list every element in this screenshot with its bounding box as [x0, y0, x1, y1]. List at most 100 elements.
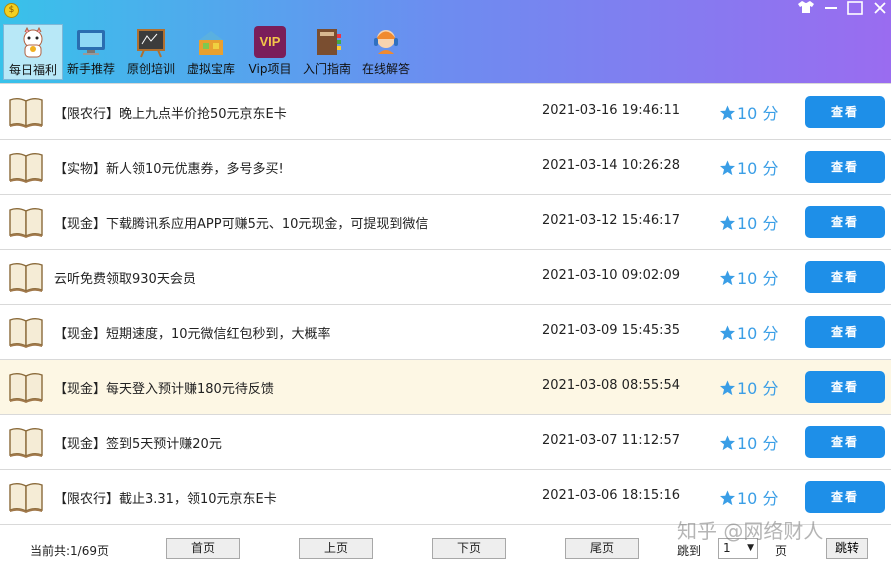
item-score: 10 分 [718, 485, 778, 509]
toolbar-item-label: Vip项目 [248, 62, 292, 76]
jump-button[interactable]: 跳转 [826, 538, 868, 559]
lucky-cat-icon [17, 26, 49, 59]
star-icon [720, 325, 735, 341]
list-item[interactable]: 【现金】签到5天预计赚20元 2021-03-07 11:12:57 10 分 查看 [0, 415, 891, 470]
page-info: 当前共:1/69页 [30, 544, 109, 558]
toolbar-item-label: 在线解答 [361, 62, 410, 76]
item-title[interactable]: 【现金】下载腾讯系应用APP可赚5元、10元现金，可提现到微信 [54, 213, 428, 232]
skin-icon[interactable] [797, 0, 815, 18]
score-value: 10 分 [737, 214, 779, 233]
star-icon [720, 380, 735, 396]
star-icon [720, 105, 735, 121]
page-unit-label: 页 [775, 544, 788, 558]
toolbar-item-daily-welfare[interactable]: 每日福利 [3, 24, 63, 80]
item-date: 2021-03-12 15:46:17 [542, 213, 681, 228]
view-button[interactable]: 查看 [805, 96, 885, 128]
star-icon [720, 490, 735, 506]
app-logo-icon: $ [4, 3, 19, 18]
item-date: 2021-03-14 10:26:28 [542, 158, 681, 173]
toolbar-item-label: 入门指南 [302, 62, 351, 76]
score-value: 10 分 [737, 269, 779, 288]
jump-label: 跳到 [677, 544, 702, 558]
item-title[interactable]: 【现金】每天登入预计赚180元待反馈 [54, 378, 274, 397]
list-item[interactable]: 【限农行】晚上九点半价抢50元京东E卡 2021-03-16 19:46:11 10… [0, 85, 891, 140]
score-value: 10 分 [737, 159, 779, 178]
star-icon [720, 435, 735, 451]
treasure-box-icon [195, 26, 227, 58]
toolbar-item-vip[interactable]: VIP Vip项目 [241, 24, 299, 78]
minimize-icon[interactable] [823, 0, 839, 18]
item-score: 10 分 [718, 210, 778, 234]
item-title[interactable]: 【限农行】晚上九点半价抢50元京东E卡 [54, 103, 287, 122]
item-date: 2021-03-10 09:02:09 [542, 268, 681, 283]
toolbar-item-label: 每日福利 [8, 63, 57, 77]
book-icon [8, 261, 44, 293]
book-icon [8, 481, 44, 513]
item-title[interactable]: 【限农行】截止3.31，领10元京东E卡 [54, 488, 277, 507]
list-item[interactable]: 【现金】每天登入预计赚180元待反馈 2021-03-08 08:55:54 10 … [0, 360, 891, 415]
toolbar-item-online-help[interactable]: 在线解答 [357, 24, 415, 78]
next-page-button[interactable]: 下页 [432, 538, 506, 559]
support-agent-icon [370, 26, 402, 58]
book-icon [8, 426, 44, 458]
list-item[interactable]: 【现金】下载腾讯系应用APP可赚5元、10元现金，可提现到微信 2021-03-1… [0, 195, 891, 250]
toolbar-item-training[interactable]: 原创培训 [122, 24, 180, 78]
prev-page-button[interactable]: 上页 [299, 538, 373, 559]
item-date: 2021-03-09 15:45:35 [542, 323, 681, 338]
view-button[interactable]: 查看 [805, 261, 885, 293]
book-icon [8, 151, 44, 183]
book-icon [8, 371, 44, 403]
close-icon[interactable] [872, 0, 888, 20]
list-item[interactable]: 【实物】新人领10元优惠券，多号多买! 2021-03-14 10:26:28 10… [0, 140, 891, 195]
toolbar-item-guide[interactable]: 入门指南 [298, 24, 356, 78]
list-item[interactable]: 【现金】短期速度，10元微信红包秒到，大概率 2021-03-09 15:45:3… [0, 305, 891, 360]
view-button[interactable]: 查看 [805, 371, 885, 403]
book-icon [8, 316, 44, 348]
star-icon [720, 270, 735, 286]
view-button[interactable]: 查看 [805, 481, 885, 513]
header-divider [0, 83, 891, 84]
item-score: 10 分 [718, 320, 778, 344]
list-item[interactable]: 云听免费领取930天会员 2021-03-10 09:02:09 10 分 查看 [0, 250, 891, 305]
toolbar-item-beginner[interactable]: 新手推荐 [62, 24, 120, 78]
toolbar-item-label: 虚拟宝库 [186, 62, 235, 76]
book-icon [8, 206, 44, 238]
item-score: 10 分 [718, 375, 778, 399]
vip-icon-text: VIP [259, 34, 281, 49]
score-value: 10 分 [737, 489, 779, 508]
score-value: 10 分 [737, 324, 779, 343]
monitor-icon [75, 26, 107, 58]
blackboard-icon [135, 26, 167, 58]
view-button[interactable]: 查看 [805, 426, 885, 458]
vip-icon: VIP [254, 26, 286, 58]
view-button[interactable]: 查看 [805, 316, 885, 348]
item-score: 10 分 [718, 155, 778, 179]
score-value: 10 分 [737, 104, 779, 123]
star-icon [720, 215, 735, 231]
score-value: 10 分 [737, 379, 779, 398]
watermark: 知乎 @网络财人 [677, 519, 824, 543]
item-date: 2021-03-16 19:46:11 [542, 103, 681, 118]
view-button[interactable]: 查看 [805, 206, 885, 238]
toolbar-item-virtual-vault[interactable]: 虚拟宝库 [182, 24, 240, 78]
item-date: 2021-03-07 11:12:57 [542, 433, 681, 448]
item-title[interactable]: 【现金】签到5天预计赚20元 [54, 433, 222, 452]
title-bar: $ 每日福利 新手推荐 原创培训 虚拟宝库 VIP Vip项目 入门指南 在线解… [0, 0, 891, 83]
item-title[interactable]: 云听免费领取930天会员 [54, 268, 196, 287]
first-page-button[interactable]: 首页 [166, 538, 240, 559]
score-value: 10 分 [737, 434, 779, 453]
guide-book-icon [311, 26, 343, 58]
item-date: 2021-03-06 18:15:16 [542, 488, 681, 503]
item-score: 10 分 [718, 265, 778, 289]
view-button[interactable]: 查看 [805, 151, 885, 183]
toolbar-item-label: 原创培训 [126, 62, 175, 76]
toolbar-item-label: 新手推荐 [66, 62, 115, 76]
item-score: 10 分 [718, 100, 778, 124]
item-title[interactable]: 【实物】新人领10元优惠券，多号多买! [54, 158, 284, 177]
item-date: 2021-03-08 08:55:54 [542, 378, 681, 393]
book-icon [8, 96, 44, 128]
item-score: 10 分 [718, 430, 778, 454]
maximize-icon[interactable] [846, 0, 864, 20]
last-page-button[interactable]: 尾页 [565, 538, 639, 559]
item-title[interactable]: 【现金】短期速度，10元微信红包秒到，大概率 [54, 323, 331, 342]
